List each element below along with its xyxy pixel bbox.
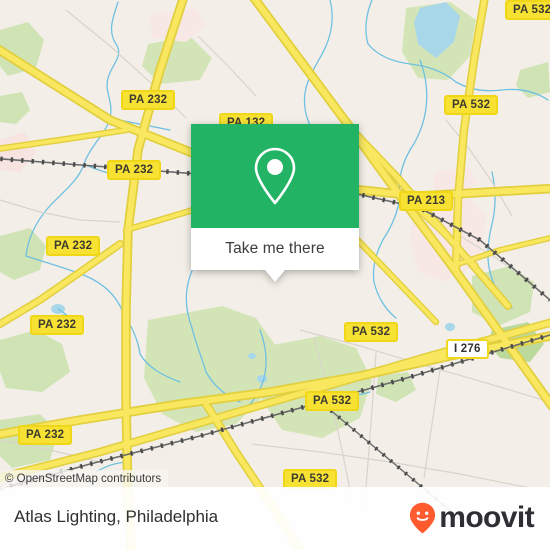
road-shield: PA 232 bbox=[121, 90, 176, 110]
location-info-card[interactable]: Take me there bbox=[191, 124, 359, 282]
footer-bar: Atlas Lighting, Philadelphia moovit bbox=[0, 487, 550, 550]
road-shield: I 276 bbox=[446, 339, 489, 359]
map-screenshot: PA 532 PA 232 PA 532 PA 132 PA 232 PA 21… bbox=[0, 0, 550, 550]
card-pointer-tail bbox=[265, 270, 285, 282]
attribution-text: © OpenStreetMap contributors bbox=[5, 472, 162, 485]
take-me-there-label: Take me there bbox=[225, 240, 325, 257]
moovit-pin-smiley-icon bbox=[410, 502, 436, 534]
road-shield: PA 232 bbox=[30, 315, 85, 335]
road-shield: PA 213 bbox=[399, 191, 454, 211]
map-attribution[interactable]: © OpenStreetMap contributors bbox=[0, 470, 169, 487]
moovit-wordmark: moovit bbox=[439, 501, 534, 534]
road-shield: PA 532 bbox=[305, 391, 360, 411]
card-action-area[interactable]: Take me there bbox=[191, 228, 359, 270]
road-shield: PA 232 bbox=[18, 425, 73, 445]
road-shield: PA 232 bbox=[107, 160, 162, 180]
map-pin-icon bbox=[254, 147, 296, 205]
road-shield: PA 532 bbox=[283, 469, 338, 489]
road-shield: PA 532 bbox=[344, 322, 399, 342]
card-marker-area bbox=[191, 124, 359, 228]
place-title: Atlas Lighting, Philadelphia bbox=[14, 507, 219, 526]
road-shield: PA 532 bbox=[444, 95, 499, 115]
road-shield: PA 232 bbox=[46, 236, 101, 256]
road-shield: PA 532 bbox=[505, 0, 550, 20]
moovit-brand[interactable]: moovit bbox=[409, 501, 535, 535]
